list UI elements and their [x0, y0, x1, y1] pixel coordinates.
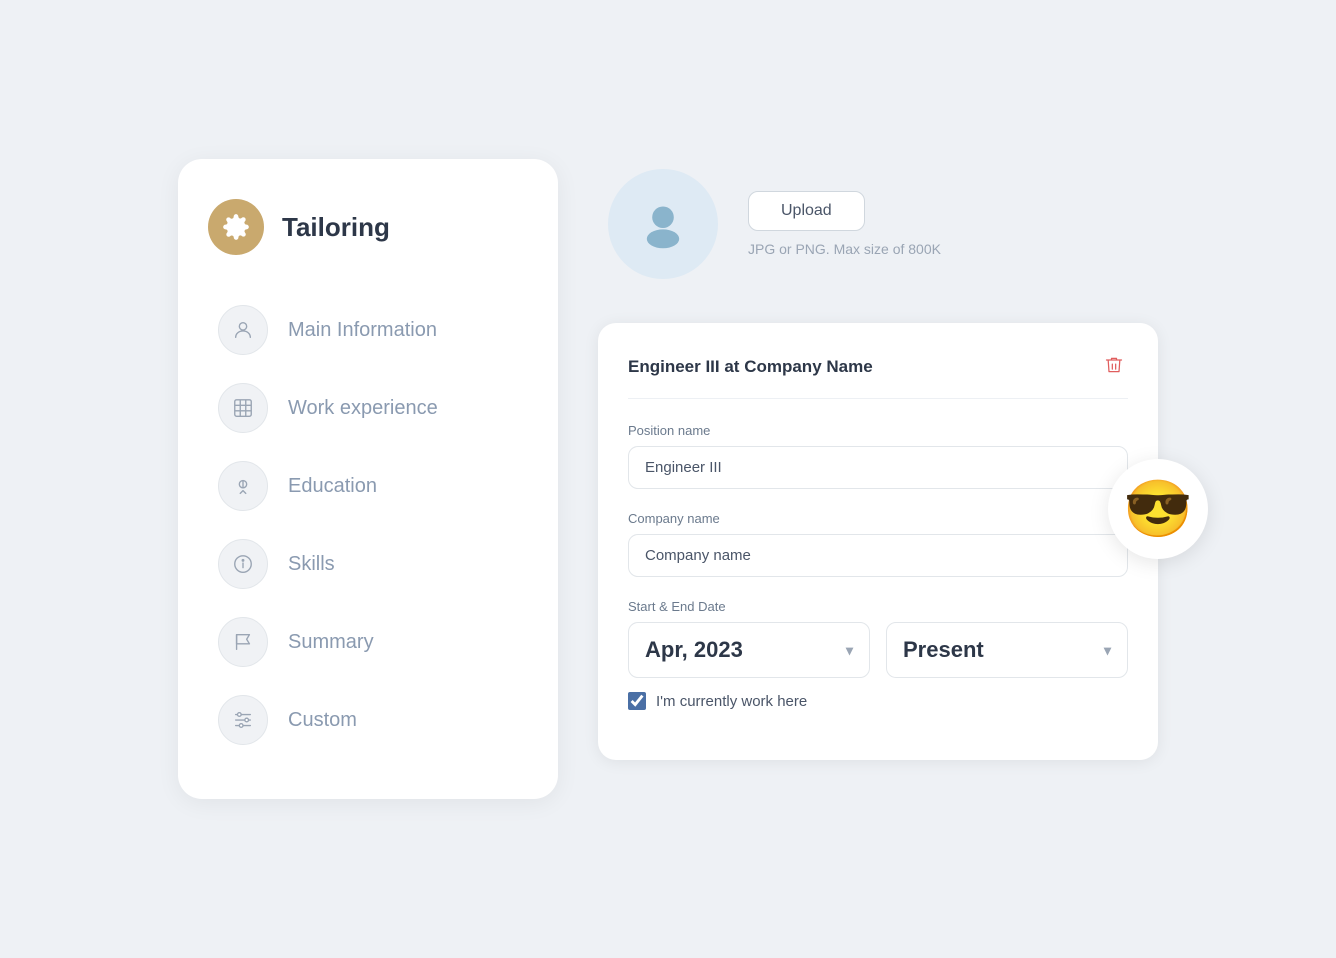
sidebar: Tailoring Main Information: [178, 159, 558, 799]
company-name-label: Company name: [628, 511, 1128, 526]
position-name-input[interactable]: [628, 446, 1128, 489]
sidebar-item-label: Skills: [288, 553, 335, 576]
info-circle-icon: [218, 539, 268, 589]
delete-button[interactable]: [1100, 351, 1128, 382]
position-name-group: Position name: [628, 423, 1128, 489]
sidebar-item-label: Main Information: [288, 319, 437, 342]
date-range-group: Start & End Date Apr, 2023 ▾ Present ▾ I…: [628, 599, 1128, 710]
date-row: Apr, 2023 ▾ Present ▾: [628, 622, 1128, 678]
sidebar-item-education[interactable]: Education: [208, 447, 528, 525]
start-date-chevron-icon: ▾: [846, 642, 853, 659]
upload-hint: JPG or PNG. Max size of 800K: [748, 241, 941, 257]
sidebar-item-label: Custom: [288, 709, 357, 732]
position-name-label: Position name: [628, 423, 1128, 438]
sidebar-item-main-info[interactable]: Main Information: [208, 291, 528, 369]
person-icon: [218, 305, 268, 355]
emoji-decoration: 😎: [1108, 459, 1208, 559]
currently-working-row: I'm currently work here: [628, 692, 1128, 710]
sidebar-item-skills[interactable]: Skills: [208, 525, 528, 603]
building-icon: [218, 383, 268, 433]
end-date-value: Present: [903, 637, 984, 663]
upload-button[interactable]: Upload: [748, 191, 865, 231]
start-date-value: Apr, 2023: [645, 637, 743, 663]
sidebar-header: Tailoring: [208, 199, 528, 255]
currently-working-label[interactable]: I'm currently work here: [656, 693, 807, 710]
date-range-label: Start & End Date: [628, 599, 1128, 614]
company-name-input[interactable]: [628, 534, 1128, 577]
start-date-select[interactable]: Apr, 2023 ▾: [628, 622, 870, 678]
sidebar-item-custom[interactable]: Custom: [208, 681, 528, 759]
sidebar-item-label: Work experience: [288, 397, 438, 420]
gear-icon: [208, 199, 264, 255]
end-date-chevron-icon: ▾: [1104, 642, 1111, 659]
sidebar-item-summary[interactable]: Summary: [208, 603, 528, 681]
end-date-select[interactable]: Present ▾: [886, 622, 1128, 678]
company-name-group: Company name: [628, 511, 1128, 577]
sidebar-item-label: Education: [288, 475, 377, 498]
form-card-header: Engineer III at Company Name: [628, 351, 1128, 399]
form-card-title: Engineer III at Company Name: [628, 357, 873, 377]
avatar: [608, 169, 718, 279]
upload-area: Upload JPG or PNG. Max size of 800K: [598, 159, 1158, 299]
sidebar-item-label: Summary: [288, 631, 374, 654]
currently-working-checkbox[interactable]: [628, 692, 646, 710]
upload-info: Upload JPG or PNG. Max size of 800K: [748, 191, 941, 257]
sliders-icon: [218, 695, 268, 745]
certificate-icon: [218, 461, 268, 511]
flag-icon: [218, 617, 268, 667]
form-card: Engineer III at Company Name Position na…: [598, 323, 1158, 760]
sidebar-title: Tailoring: [282, 212, 390, 243]
sidebar-item-work-experience[interactable]: Work experience: [208, 369, 528, 447]
main-content: Upload JPG or PNG. Max size of 800K Engi…: [598, 159, 1158, 760]
